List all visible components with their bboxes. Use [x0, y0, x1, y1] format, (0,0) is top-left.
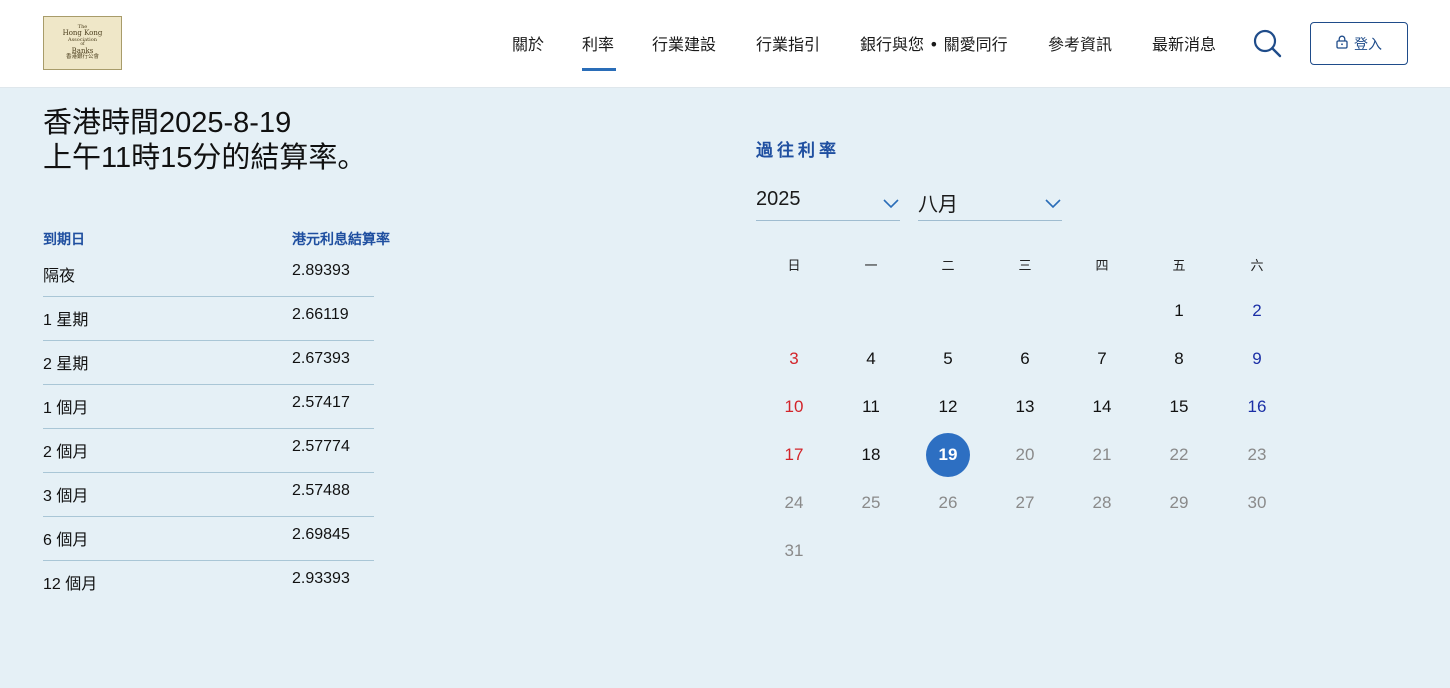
page-title: 香港時間2025-8-19 上午11時15分的結算率。 — [43, 106, 366, 176]
weekday-label: 三 — [1018, 259, 1032, 274]
rate-row: 6 個月 2.69845 — [43, 526, 374, 570]
rate-row: 1 星期 2.66119 — [43, 306, 374, 350]
rate-term: 3 個月 — [43, 488, 89, 505]
column-header-rate: 港元利息結算率 — [292, 232, 390, 248]
logo-text: 香港銀行公會 — [65, 54, 99, 61]
rate-term: 2 星期 — [43, 356, 89, 373]
rate-term: 1 星期 — [43, 312, 89, 329]
chevron-down-icon — [1044, 194, 1062, 209]
weekday-label: 日 — [787, 259, 801, 274]
past-rates-title: 過往利率 — [756, 141, 840, 161]
calendar-day[interactable]: 7 — [1080, 337, 1124, 381]
year-select-value: 2025 — [756, 188, 801, 210]
calendar-day: 24 — [784, 493, 804, 512]
calendar-day: 22 — [1169, 445, 1189, 464]
nav-item-industry-development[interactable]: 行業建設 — [652, 31, 716, 55]
rate-value: 2.66119 — [292, 306, 349, 323]
title-line-1: 香港時間2025-8-19 — [43, 107, 292, 139]
calendar-day[interactable]: 11 — [849, 385, 893, 429]
nav-item-references[interactable]: 參考資訊 — [1048, 31, 1112, 55]
hkab-logo[interactable]: The Hong Kong Association of Banks 香港銀行公… — [43, 16, 122, 70]
calendar-day[interactable]: 10 — [772, 385, 816, 429]
rate-row: 2 星期 2.67393 — [43, 350, 374, 394]
calendar-day: 21 — [1092, 445, 1112, 464]
rate-row: 12 個月 2.93393 — [43, 570, 374, 614]
rate-value: 2.57417 — [292, 394, 350, 411]
calendar-day: 27 — [1015, 493, 1035, 512]
nav-item-industry-guidelines[interactable]: 行業指引 — [756, 31, 820, 55]
search-icon[interactable] — [1251, 27, 1283, 59]
calendar-day: 29 — [1169, 493, 1189, 512]
chevron-down-icon — [882, 194, 900, 209]
calendar-day[interactable]: 12 — [926, 385, 970, 429]
weekday-label: 一 — [864, 259, 878, 274]
rate-term: 2 個月 — [43, 444, 89, 461]
year-select[interactable]: 2025 — [756, 182, 900, 221]
calendar-day: 25 — [861, 493, 881, 512]
weekday-label: 四 — [1095, 259, 1109, 274]
title-line-2: 上午11時15分的結算率。 — [43, 142, 367, 174]
lock-icon — [1336, 35, 1348, 53]
calendar-day[interactable]: 13 — [1003, 385, 1047, 429]
calendar-day[interactable]: 17 — [772, 433, 816, 477]
rate-row: 2 個月 2.57774 — [43, 438, 374, 482]
rate-term: 6 個月 — [43, 532, 89, 549]
nav-active-indicator — [582, 68, 616, 71]
calendar-day[interactable]: 1 — [1157, 289, 1201, 333]
weekday-label: 五 — [1172, 259, 1186, 274]
calendar-day: 23 — [1247, 445, 1267, 464]
row-divider — [43, 428, 374, 429]
row-divider — [43, 340, 374, 341]
calendar-day[interactable]: 5 — [926, 337, 970, 381]
nav-item-banks-and-you[interactable]: 銀行與您 • 關愛同行 — [860, 31, 1008, 55]
row-divider — [43, 516, 374, 517]
weekday-label: 六 — [1250, 259, 1264, 274]
rate-row: 1 個月 2.57417 — [43, 394, 374, 438]
calendar-day[interactable]: 3 — [772, 337, 816, 381]
weekday-label: 二 — [941, 259, 955, 274]
column-header-term: 到期日 — [43, 232, 85, 248]
calendar-day[interactable]: 6 — [1003, 337, 1047, 381]
nav-item-rates[interactable]: 利率 — [582, 31, 614, 55]
calendar-day[interactable]: 9 — [1235, 337, 1279, 381]
nav-item-latest-news[interactable]: 最新消息 — [1152, 31, 1216, 55]
row-divider — [43, 296, 374, 297]
calendar-day: 20 — [1015, 445, 1035, 464]
calendar-day[interactable]: 4 — [849, 337, 893, 381]
calendar-day: 26 — [938, 493, 958, 512]
rate-value: 2.57774 — [292, 438, 350, 455]
rate-value: 2.57488 — [292, 482, 350, 499]
row-divider — [43, 384, 374, 385]
rate-row: 3 個月 2.57488 — [43, 482, 374, 526]
rate-value: 2.93393 — [292, 570, 350, 587]
calendar-day[interactable]: 8 — [1157, 337, 1201, 381]
calendar-day: 28 — [1092, 493, 1112, 512]
calendar-day[interactable]: 14 — [1080, 385, 1124, 429]
calendar-day[interactable]: 2 — [1235, 289, 1279, 333]
calendar-day: 30 — [1247, 493, 1267, 512]
calendar-day-selected[interactable]: 19 — [926, 433, 970, 477]
rate-value: 2.89393 — [292, 262, 350, 279]
calendar-day[interactable]: 16 — [1235, 385, 1279, 429]
rate-term: 12 個月 — [43, 576, 98, 593]
site-header: The Hong Kong Association of Banks 香港銀行公… — [0, 0, 1450, 88]
row-divider — [43, 560, 374, 561]
login-label: 登入 — [1354, 36, 1382, 53]
login-button[interactable]: 登入 — [1310, 22, 1408, 65]
rate-term: 隔夜 — [43, 268, 76, 285]
nav-item-about[interactable]: 關於 — [512, 31, 544, 55]
calendar-day: 31 — [784, 541, 804, 560]
calendar-day[interactable]: 15 — [1157, 385, 1201, 429]
rate-row: 隔夜 2.89393 — [43, 262, 374, 306]
rate-value: 2.69845 — [292, 526, 350, 543]
rate-value: 2.67393 — [292, 350, 350, 367]
month-select[interactable]: 八月 — [918, 182, 1062, 221]
rate-term: 1 個月 — [43, 400, 89, 417]
month-select-value: 八月 — [918, 194, 958, 216]
calendar-day[interactable]: 18 — [849, 433, 893, 477]
row-divider — [43, 472, 374, 473]
